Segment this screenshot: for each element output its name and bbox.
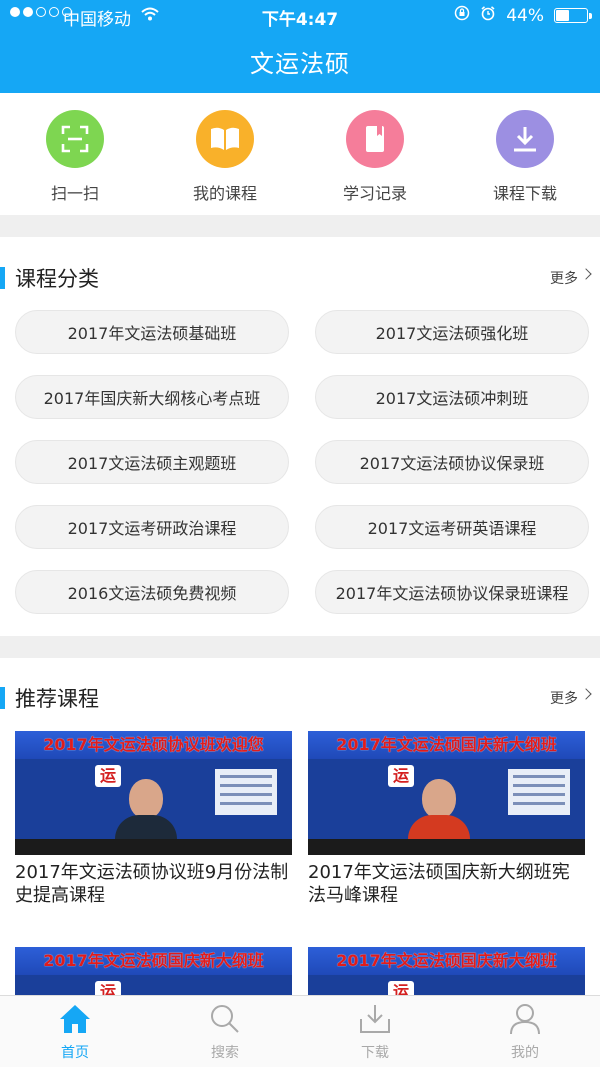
recommended-header: 推荐课程 更多 [0, 677, 600, 717]
category-pill[interactable]: 2017年文运法硕协议保录班课程 [315, 570, 589, 614]
quick-nav-scan[interactable]: 扫一扫 [0, 93, 150, 215]
recommended-more-link[interactable]: 更多 [550, 688, 578, 708]
quick-nav-label: 扫一扫 [50, 184, 99, 203]
tab-label: 搜索 [211, 1045, 239, 1061]
quick-nav-label: 学习记录 [342, 184, 407, 203]
category-grid: 2017年文运法硕基础班 2017文运法硕强化班 2017年国庆新大纲核心考点班… [15, 310, 590, 614]
course-thumbnail[interactable]: 2017年文运法硕国庆新大纲班 运 [308, 731, 585, 855]
top-bar: 中国移动 下午4:47 44% 文运法硕 [0, 0, 600, 93]
course-title[interactable]: 2017年文运法硕协议班9月份法制史提高课程 [15, 861, 292, 907]
section-accent-bar [0, 687, 5, 709]
profile-icon [508, 1003, 542, 1039]
battery-percent: 44% [506, 5, 544, 26]
category-pill[interactable]: 2017文运法硕协议保录班 [315, 440, 589, 484]
quick-nav-label: 我的课程 [192, 184, 257, 203]
thumbnail-poster [508, 769, 570, 815]
quick-nav-my-courses[interactable]: 我的课程 [150, 93, 300, 215]
tab-bar: 首页 搜索 下载 我的 [0, 995, 600, 1067]
section-divider [0, 636, 600, 658]
home-icon [58, 1003, 92, 1039]
course-card[interactable]: 2017年文运法硕协议班欢迎您 运 2017年文运法硕协议班9月份法制史提高课程 [15, 731, 292, 907]
quick-nav-course-download[interactable]: 课程下载 [450, 93, 600, 215]
thumbnail-banner: 2017年文运法硕国庆新大纲班 [308, 947, 585, 975]
quick-nav-study-record[interactable]: 学习记录 [300, 93, 450, 215]
search-icon [208, 1003, 242, 1039]
thumbnail-poster [215, 769, 277, 815]
category-pill[interactable]: 2017年文运法硕基础班 [15, 310, 289, 354]
categories-header: 课程分类 更多 [0, 257, 600, 297]
category-pill[interactable]: 2017文运法硕冲刺班 [315, 375, 589, 419]
category-pill[interactable]: 2017文运考研英语课程 [315, 505, 589, 549]
book-icon [196, 110, 254, 168]
download-icon [496, 110, 554, 168]
scan-icon [46, 110, 104, 168]
thumbnail-banner: 2017年文运法硕国庆新大纲班 [308, 731, 585, 759]
category-pill[interactable]: 2017文运考研政治课程 [15, 505, 289, 549]
section-divider [0, 215, 600, 237]
quick-nav-label: 课程下载 [492, 184, 557, 203]
battery-icon [554, 8, 592, 23]
section-title: 推荐课程 [15, 687, 99, 711]
page-title: 文运法硕 [250, 50, 350, 78]
tab-profile[interactable]: 我的 [450, 996, 600, 1067]
chevron-right-icon[interactable] [580, 688, 592, 700]
quick-nav: 扫一扫 我的课程 学习记录 课程下载 [0, 93, 600, 215]
category-pill[interactable]: 2017文运法硕主观题班 [15, 440, 289, 484]
tab-label: 下载 [361, 1045, 389, 1061]
section-title: 课程分类 [15, 267, 99, 291]
thumbnail-desk [308, 839, 585, 855]
chevron-right-icon[interactable] [580, 268, 592, 280]
categories-more-link[interactable]: 更多 [550, 268, 578, 288]
tab-search[interactable]: 搜索 [150, 996, 300, 1067]
course-thumbnail[interactable]: 2017年文运法硕协议班欢迎您 运 [15, 731, 292, 855]
category-pill[interactable]: 2016文运法硕免费视频 [15, 570, 289, 614]
category-pill[interactable]: 2017年国庆新大纲核心考点班 [15, 375, 289, 419]
tab-home[interactable]: 首页 [0, 996, 150, 1067]
download-tab-icon [358, 1003, 392, 1039]
category-pill[interactable]: 2017文运法硕强化班 [315, 310, 589, 354]
thumbnail-banner: 2017年文运法硕国庆新大纲班 [15, 947, 292, 975]
tab-label: 首页 [61, 1045, 89, 1061]
course-card[interactable]: 2017年文运法硕国庆新大纲班 运 2017年文运法硕国庆新大纲班宪法马峰课程 [308, 731, 585, 907]
tab-download[interactable]: 下载 [300, 996, 450, 1067]
alarm-icon [480, 5, 496, 26]
thumbnail-banner: 2017年文运法硕协议班欢迎您 [15, 731, 292, 759]
rotation-lock-icon [454, 5, 470, 26]
tab-label: 我的 [511, 1045, 539, 1061]
bookmark-icon [346, 110, 404, 168]
section-accent-bar [0, 267, 5, 289]
course-title[interactable]: 2017年文运法硕国庆新大纲班宪法马峰课程 [308, 861, 585, 907]
status-bar: 中国移动 下午4:47 44% [0, 0, 600, 30]
thumbnail-desk [15, 839, 292, 855]
